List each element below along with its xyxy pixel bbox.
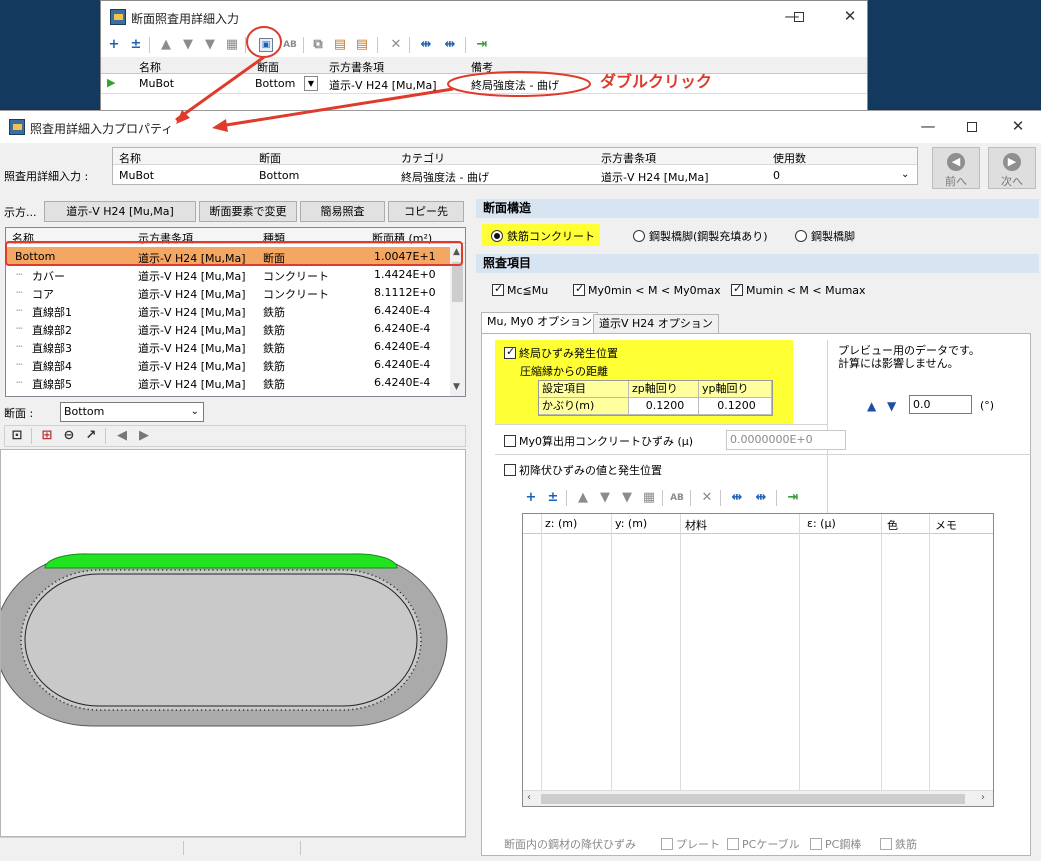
annotation-arrow-1 <box>175 55 265 122</box>
annotation-circle-toolbar <box>246 26 282 58</box>
annotation-double-click-label: ダブルクリック <box>600 72 713 91</box>
annotation-circle-remark <box>447 71 591 97</box>
annotation-arrow-2 <box>219 87 454 128</box>
annotation-box-bottom-row <box>5 241 463 266</box>
annotation-overlay <box>5 26 591 266</box>
annotation-arrowhead-2 <box>212 119 228 132</box>
